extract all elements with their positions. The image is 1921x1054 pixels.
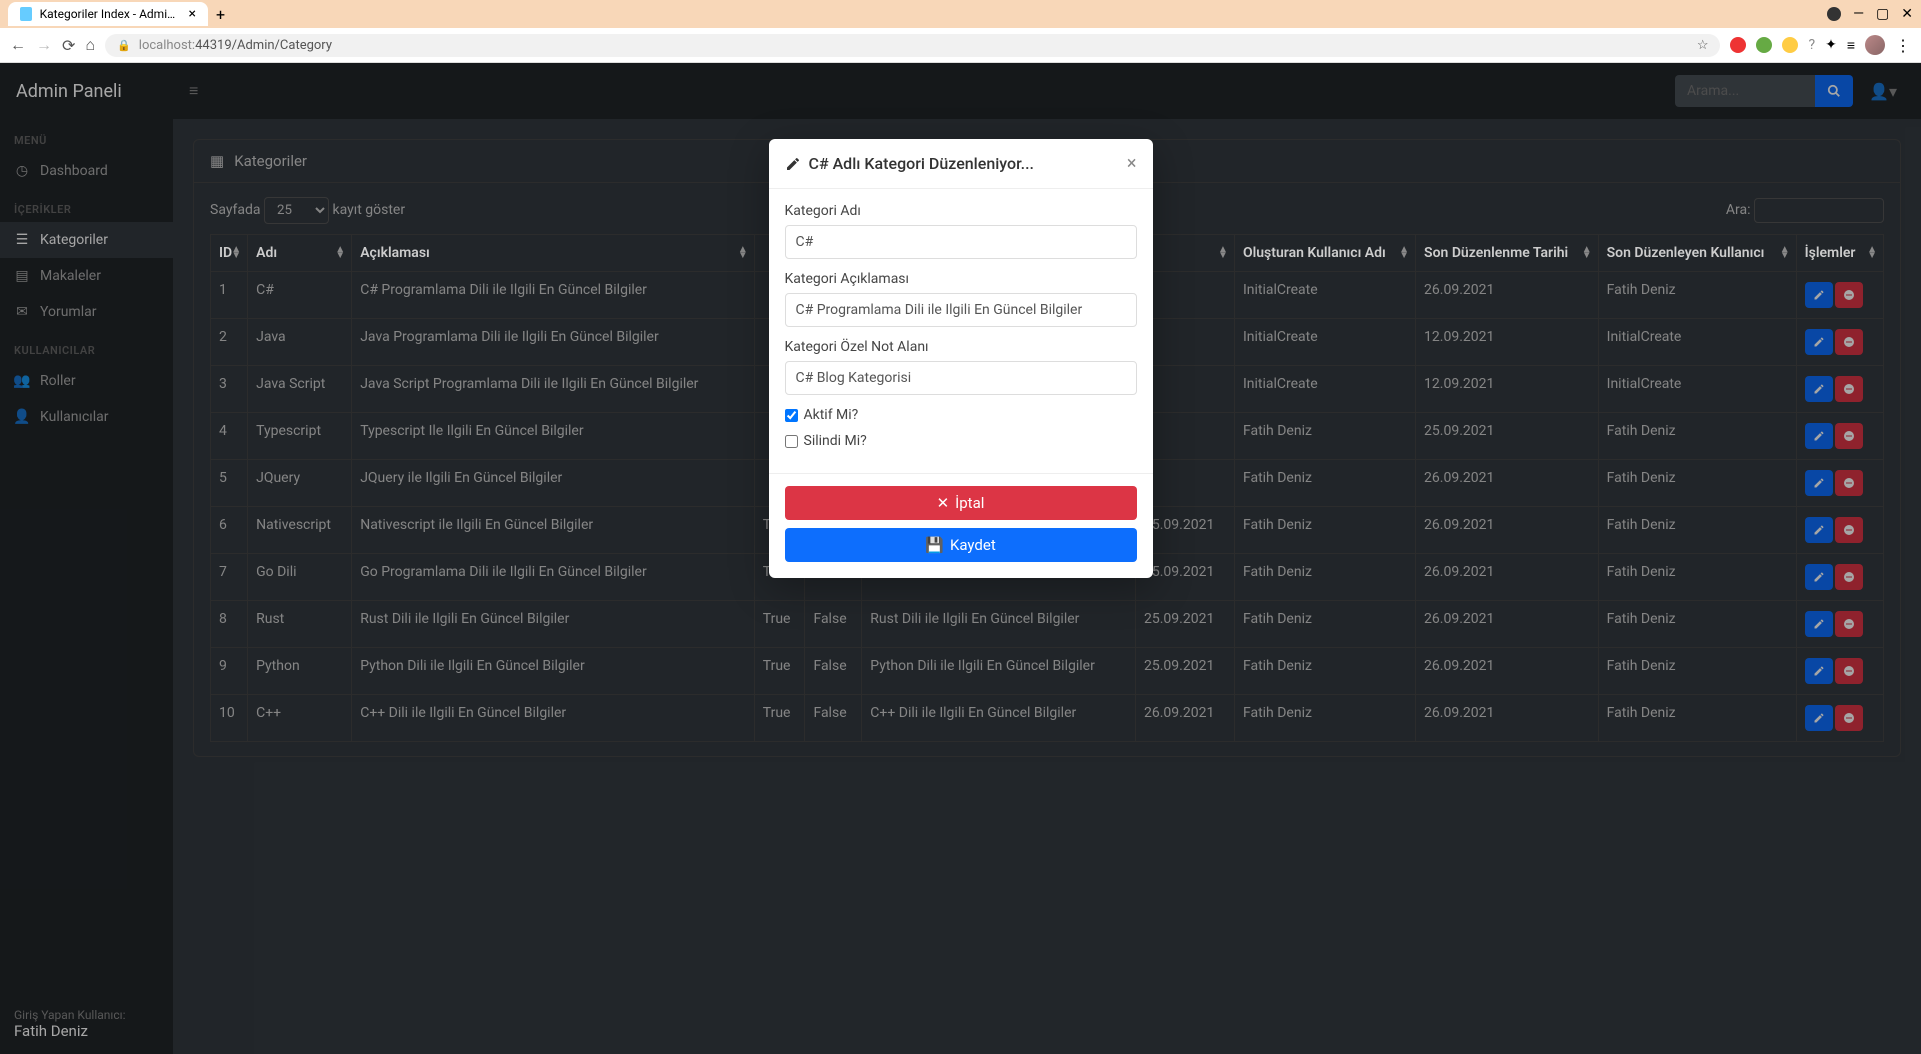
column-header[interactable]: İşlemler▲▼ [1796,235,1883,272]
incognito-icon [1827,7,1841,21]
lock-icon: 🔒 [117,39,131,52]
cancel-button[interactable]: ✕ İptal [785,486,1137,520]
sort-icon: ▲▼ [1218,247,1228,259]
edit-icon [785,156,801,172]
cancel-label: İptal [955,494,984,512]
window-controls: — ▢ ✕ [1827,6,1913,22]
checkbox-active[interactable] [785,409,798,422]
modal-close-button[interactable]: × [1127,153,1137,174]
close-icon: ✕ [937,494,950,512]
browser-tab[interactable]: Kategoriler Index - Admin Paneli × [8,2,208,26]
sort-icon: ▲▼ [1780,247,1790,259]
sort-icon: ▲▼ [738,247,748,259]
modal-title-text: C# Adlı Kategori Düzenleniyor... [809,154,1034,173]
save-button[interactable]: 💾 Kaydet [785,528,1137,562]
close-window-icon[interactable]: ✕ [1901,6,1913,22]
extensions-icon[interactable]: ✦ [1825,37,1837,53]
tab-bar: Kategoriler Index - Admin Paneli × + — ▢… [0,0,1921,28]
maximize-icon[interactable]: ▢ [1876,6,1889,22]
help-icon[interactable]: ? [1808,37,1815,53]
tab-title: Kategoriler Index - Admin Paneli [40,7,181,21]
new-tab-button[interactable]: + [216,5,225,24]
input-name[interactable] [785,225,1137,259]
menu-icon[interactable]: ⋮ [1895,36,1911,55]
toolbar-extensions: ? ✦ ≡ ⋮ [1730,35,1911,55]
modal-footer: ✕ İptal 💾 Kaydet [769,473,1153,578]
column-header[interactable]: ID▲▼ [211,235,248,272]
checkbox-deleted[interactable] [785,435,798,448]
reading-list-icon[interactable]: ≡ [1847,37,1855,54]
minimize-icon[interactable]: — [1853,6,1864,22]
modal-title: C# Adlı Kategori Düzenleniyor... [785,154,1034,173]
save-label: Kaydet [950,536,996,554]
sort-icon: ▲▼ [1867,247,1877,259]
column-header[interactable]: Son Düzenlenme Tarihi▲▼ [1416,235,1599,272]
url-host: localhost: [139,38,195,53]
edit-modal: C# Adlı Kategori Düzenleniyor... × Kateg… [769,139,1153,578]
label-note: Kategori Özel Not Alanı [785,339,1137,355]
star-icon[interactable]: ☆ [1697,38,1709,53]
url-bar[interactable]: 🔒 localhost:44319/Admin/Category ☆ [105,34,1720,57]
browser-toolbar: ← → ⟳ ⌂ 🔒 localhost:44319/Admin/Category… [0,28,1921,62]
column-header[interactable]: Açıklaması▲▼ [352,235,755,272]
label-active: Aktif Mi? [804,407,859,423]
save-icon: 💾 [925,536,944,554]
close-icon[interactable]: × [189,6,196,22]
sort-icon: ▲▼ [1399,247,1409,259]
modal-header: C# Adlı Kategori Düzenleniyor... × [769,139,1153,189]
label-desc: Kategori Açıklaması [785,271,1137,287]
label-name: Kategori Adı [785,203,1137,219]
input-desc[interactable] [785,293,1137,327]
reload-button[interactable]: ⟳ [62,36,75,55]
column-header[interactable]: Oluşturan Kullanıcı Adı▲▼ [1234,235,1415,272]
sort-icon: ▲▼ [335,247,345,259]
extension-icon[interactable] [1782,37,1798,53]
profile-avatar[interactable] [1865,35,1885,55]
extension-icon[interactable] [1756,37,1772,53]
browser-chrome: Kategoriler Index - Admin Paneli × + — ▢… [0,0,1921,63]
input-note[interactable] [785,361,1137,395]
back-button[interactable]: ← [10,35,26,55]
column-header[interactable]: Adı▲▼ [248,235,352,272]
home-button[interactable]: ⌂ [85,35,95,55]
modal-body: Kategori Adı Kategori Açıklaması Kategor… [769,189,1153,473]
app: Admin Paneli MENÜ ◷ Dashboard İÇERİKLER … [0,63,1921,1054]
extension-icon[interactable] [1730,37,1746,53]
forward-button[interactable]: → [36,35,52,55]
label-deleted: Silindi Mi? [804,433,867,449]
column-header[interactable]: Son Düzenleyen Kullanıcı▲▼ [1598,235,1796,272]
sort-icon: ▲▼ [1582,247,1592,259]
sort-icon: ▲▼ [231,247,241,259]
favicon-icon [20,7,32,21]
url-path: 44319/Admin/Category [195,38,332,53]
